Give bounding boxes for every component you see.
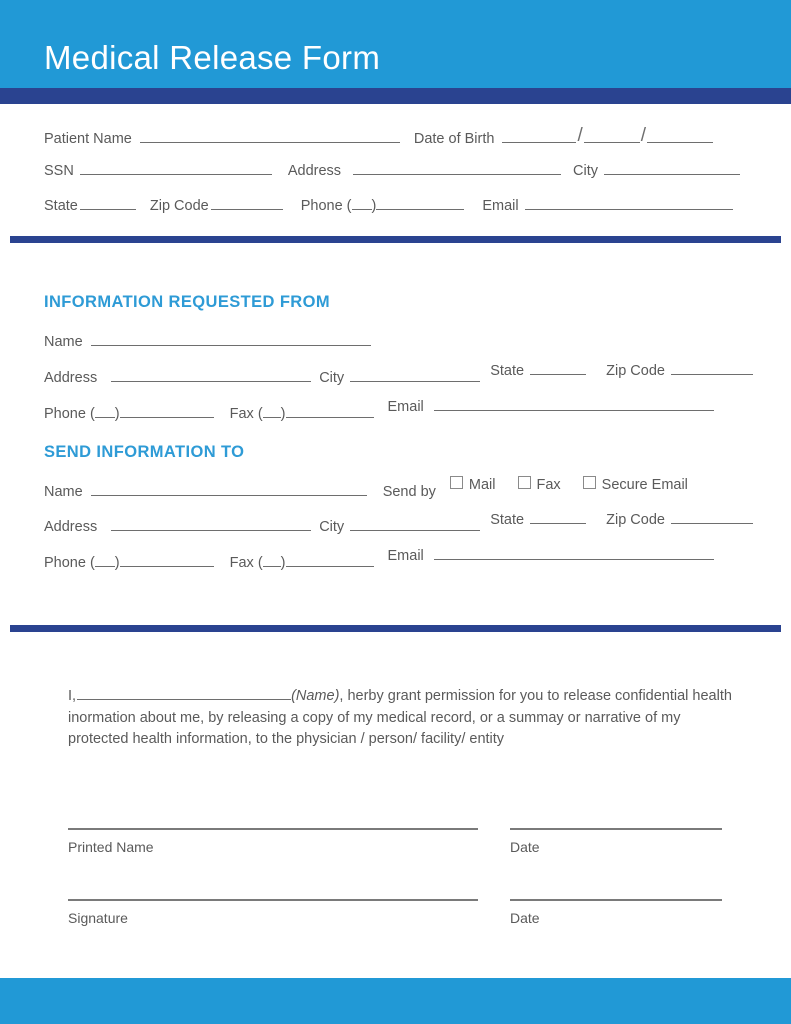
checkbox-icon-mail[interactable] bbox=[449, 476, 463, 489]
label-requested-from-zip: Zip Code bbox=[606, 363, 665, 379]
input-requested-from-state[interactable] bbox=[530, 362, 587, 375]
input-zip-code[interactable] bbox=[210, 197, 283, 210]
field-row-send-to-name-sendby: Name Send by Mail Fax Secure Email bbox=[44, 476, 688, 501]
input-send-to-fax-area[interactable] bbox=[262, 554, 281, 567]
input-send-to-name[interactable] bbox=[90, 483, 367, 496]
dob-separator-2: / bbox=[640, 125, 647, 146]
input-dob-day[interactable] bbox=[583, 130, 640, 143]
heading-send-information-to: SEND INFORMATION TO bbox=[44, 443, 245, 461]
field-row-send-to-phone-fax-email: Phone ( ) Fax ( ) Email bbox=[44, 548, 714, 572]
input-email[interactable] bbox=[524, 197, 733, 210]
signature-field-printed-name: Printed Name bbox=[68, 828, 478, 855]
input-requested-from-fax-area[interactable] bbox=[262, 405, 281, 418]
input-phone-area-code[interactable] bbox=[351, 197, 372, 210]
input-consent-name[interactable] bbox=[77, 687, 292, 700]
label-requested-from-name: Name bbox=[44, 334, 83, 350]
input-requested-from-phone-number[interactable] bbox=[119, 405, 214, 418]
label-patient-name: Patient Name bbox=[44, 131, 132, 147]
label-email: Email bbox=[482, 198, 519, 214]
heading-information-requested-from: INFORMATION REQUESTED FROM bbox=[44, 293, 331, 311]
input-requested-from-email[interactable] bbox=[433, 398, 714, 411]
label-phone: Phone ( bbox=[300, 198, 352, 214]
field-row-requested-from-name: Name bbox=[44, 333, 371, 351]
input-send-to-city[interactable] bbox=[350, 518, 481, 531]
consent-paragraph: I, (Name), herby grant permission for you… bbox=[68, 686, 733, 751]
input-dob-year[interactable] bbox=[647, 130, 714, 143]
label-send-to-email: Email bbox=[387, 548, 424, 564]
checkbox-icon-fax[interactable] bbox=[517, 476, 531, 489]
label-state: State bbox=[44, 198, 78, 214]
label-date-top: Date bbox=[510, 839, 540, 855]
page-footer-band bbox=[0, 978, 791, 1024]
field-row-requested-from-phone-fax-email: Phone ( ) Fax ( ) Email bbox=[44, 399, 714, 423]
label-send-to-state: State bbox=[490, 512, 525, 528]
input-requested-from-name[interactable] bbox=[90, 333, 371, 346]
checkbox-label-secure-email: Secure Email bbox=[601, 477, 688, 493]
checkbox-send-by-secure-email[interactable]: Secure Email bbox=[582, 476, 688, 494]
input-send-to-phone-area[interactable] bbox=[94, 554, 115, 567]
label-date-of-birth: Date of Birth bbox=[413, 131, 495, 147]
label-send-to-fax: Fax ( bbox=[229, 555, 263, 571]
label-requested-from-email: Email bbox=[387, 399, 424, 415]
signature-field-date-top: Date bbox=[510, 828, 722, 855]
header-accent-bar bbox=[0, 88, 791, 104]
label-requested-from-state: State bbox=[490, 363, 525, 379]
label-signature: Signature bbox=[68, 910, 128, 926]
input-requested-from-zip[interactable] bbox=[671, 362, 754, 375]
input-ssn[interactable] bbox=[79, 162, 272, 175]
input-requested-from-address[interactable] bbox=[111, 369, 312, 382]
section-divider-bottom bbox=[10, 625, 781, 632]
label-requested-from-phone: Phone ( bbox=[44, 406, 95, 422]
label-requested-from-city: City bbox=[319, 370, 345, 386]
input-send-to-phone-number[interactable] bbox=[119, 554, 214, 567]
input-send-to-email[interactable] bbox=[433, 547, 714, 560]
label-requested-from-fax: Fax ( bbox=[229, 406, 263, 422]
label-address: Address bbox=[287, 163, 342, 179]
label-date-bottom: Date bbox=[510, 910, 540, 926]
label-ssn: SSN bbox=[44, 163, 74, 179]
input-send-to-fax-number[interactable] bbox=[285, 554, 374, 567]
field-row-requested-from-address: Address City State Zip Code bbox=[44, 363, 754, 387]
label-send-by: Send by bbox=[382, 484, 436, 500]
input-patient-name[interactable] bbox=[139, 130, 400, 143]
checkbox-icon-secure-email[interactable] bbox=[582, 476, 596, 489]
signature-field-signature: Signature bbox=[68, 899, 478, 926]
input-send-to-address[interactable] bbox=[111, 518, 312, 531]
label-printed-name: Printed Name bbox=[68, 839, 154, 855]
input-phone-number[interactable] bbox=[376, 197, 465, 210]
checkbox-send-by-mail[interactable]: Mail bbox=[449, 476, 496, 494]
field-row-state-zip-phone-email: State Zip Code Phone ( ) Email bbox=[44, 197, 733, 215]
input-state[interactable] bbox=[79, 197, 136, 210]
input-dob-month[interactable] bbox=[502, 130, 577, 143]
label-send-to-city: City bbox=[319, 519, 345, 535]
input-requested-from-city[interactable] bbox=[350, 369, 481, 382]
dob-separator-1: / bbox=[577, 125, 583, 146]
field-row-patient-name-dob: Patient Name Date of Birth / / bbox=[44, 125, 714, 149]
consent-name-hint: (Name) bbox=[291, 688, 340, 704]
page-title: Medical Release Form bbox=[44, 39, 381, 76]
label-send-to-zip: Zip Code bbox=[606, 512, 665, 528]
signature-field-date-bottom: Date bbox=[510, 899, 722, 926]
checkbox-send-by-fax[interactable]: Fax bbox=[517, 476, 561, 494]
label-zip-code: Zip Code bbox=[149, 198, 209, 214]
input-address[interactable] bbox=[353, 162, 562, 175]
section-divider-top bbox=[10, 236, 781, 243]
field-row-send-to-address: Address City State Zip Code bbox=[44, 512, 754, 536]
label-send-to-name: Name bbox=[44, 484, 83, 500]
input-requested-from-fax-number[interactable] bbox=[285, 405, 374, 418]
label-send-to-phone: Phone ( bbox=[44, 555, 95, 571]
input-send-to-state[interactable] bbox=[530, 511, 587, 524]
input-requested-from-phone-area[interactable] bbox=[94, 405, 115, 418]
input-send-to-zip[interactable] bbox=[671, 511, 754, 524]
label-requested-from-address: Address bbox=[44, 370, 98, 386]
input-city[interactable] bbox=[604, 162, 741, 175]
consent-lead: I, bbox=[68, 688, 77, 704]
checkbox-label-mail: Mail bbox=[468, 477, 496, 493]
checkbox-label-fax: Fax bbox=[536, 477, 561, 493]
label-send-to-address: Address bbox=[44, 519, 98, 535]
label-city: City bbox=[573, 163, 599, 179]
field-row-ssn-address-city: SSN Address City bbox=[44, 162, 741, 180]
